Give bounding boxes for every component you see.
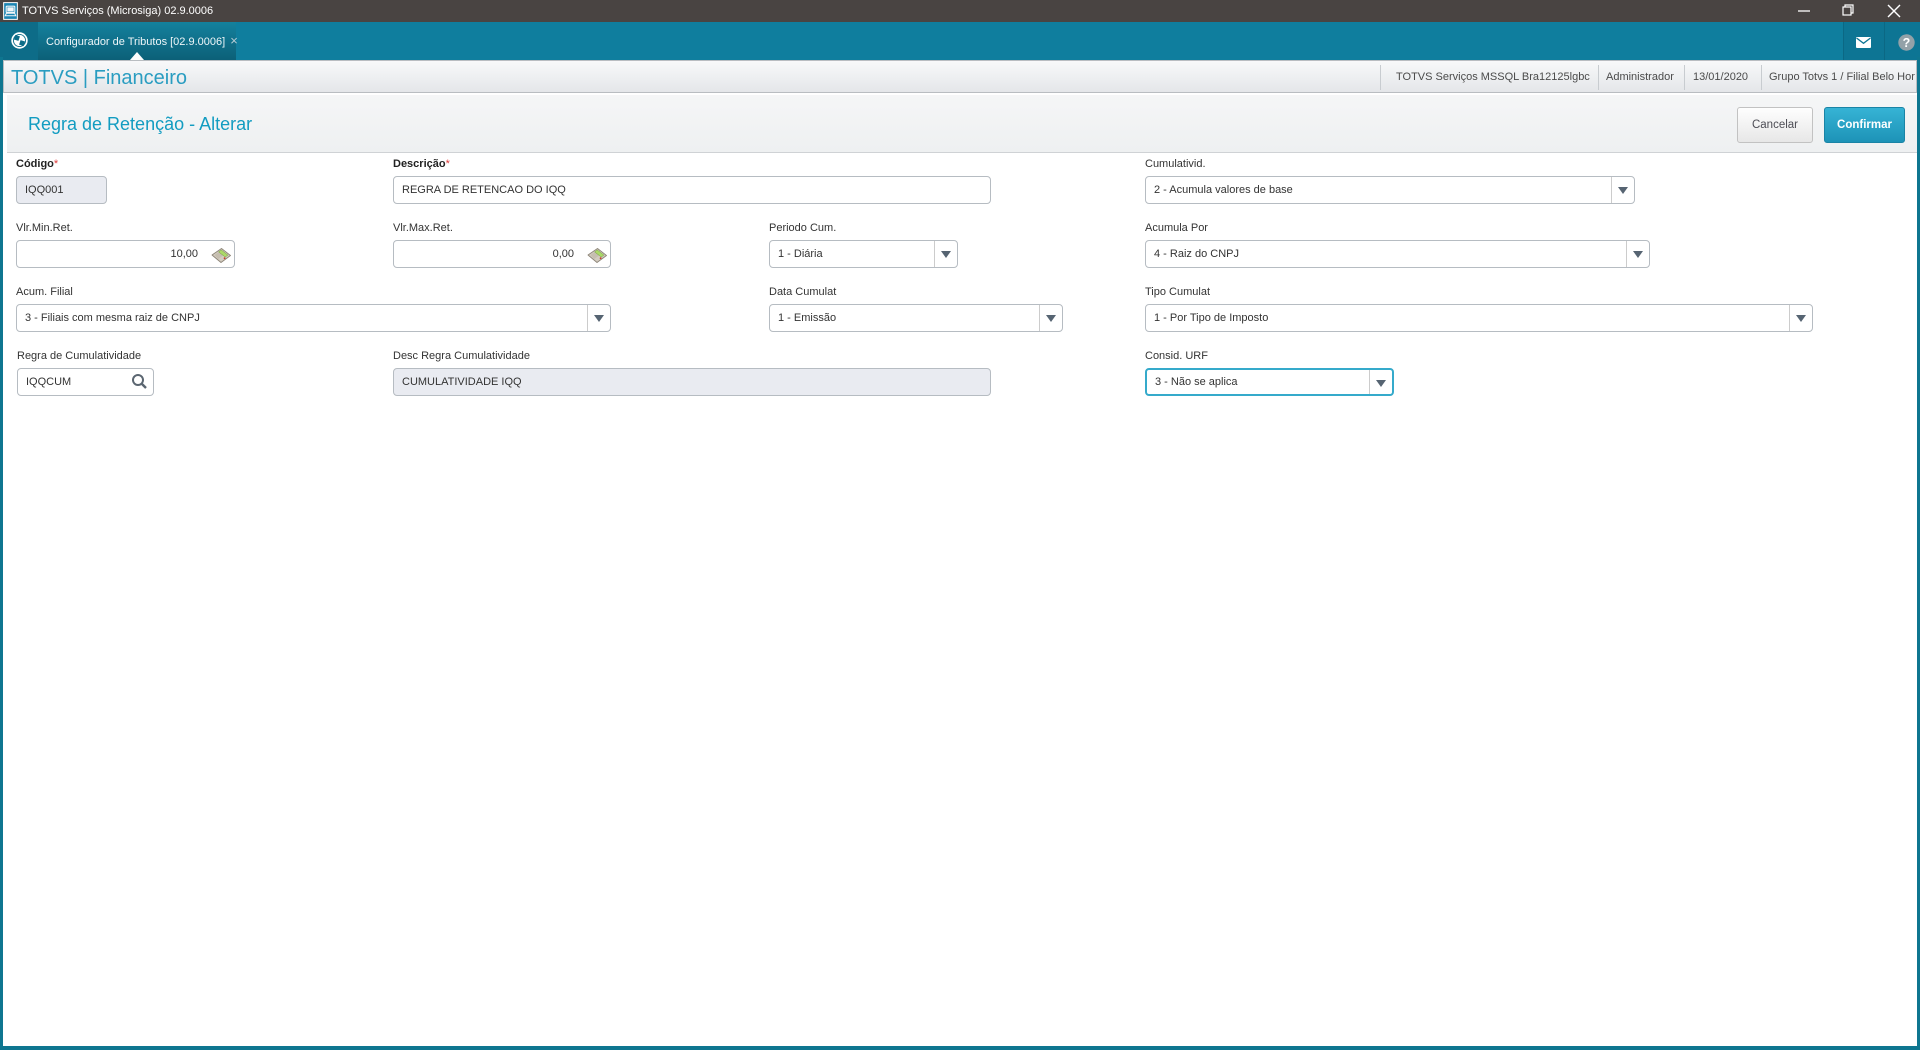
svg-text:?: ? [1903, 36, 1911, 50]
